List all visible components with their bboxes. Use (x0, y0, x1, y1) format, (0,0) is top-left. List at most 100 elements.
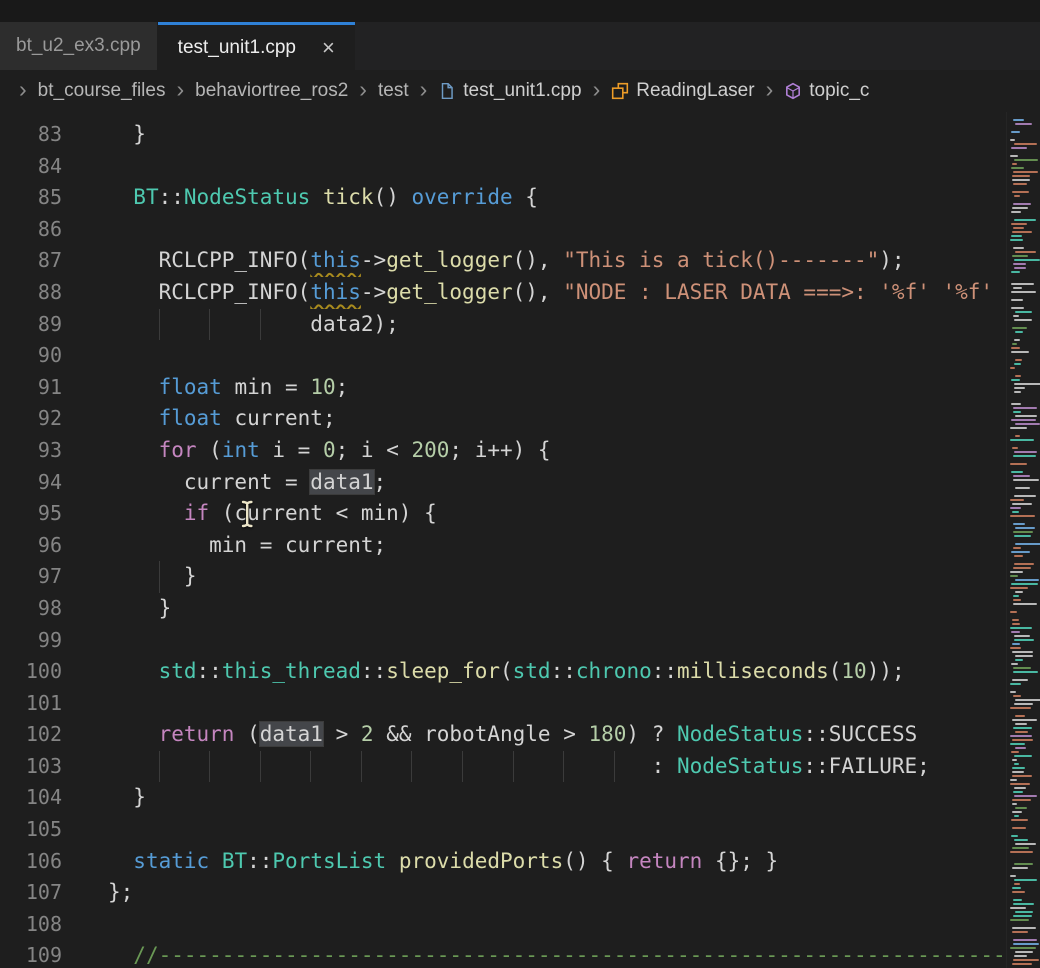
tab-test_unit1[interactable]: test_unit1.cpp × (158, 22, 355, 70)
titlebar-strip (0, 0, 1040, 22)
breadcrumb-item-ReadingLaser[interactable]: ReadingLaser (611, 80, 754, 102)
indent-guide (159, 751, 160, 783)
code-line-84[interactable]: 84 (0, 151, 1040, 183)
code-line-86[interactable]: 86 (0, 214, 1040, 246)
line-number[interactable]: 92 (0, 403, 62, 435)
code-line-91[interactable]: 91 float min = 10; (0, 372, 1040, 404)
line-number[interactable]: 99 (0, 625, 62, 657)
breadcrumb-item-behaviortree_ros2[interactable]: behaviortree_ros2 (195, 80, 348, 102)
indent-guide (513, 751, 514, 783)
indent-guide (462, 751, 463, 783)
code-editor[interactable]: 83 }8485 BT::NodeStatus tick() override … (0, 112, 1040, 968)
breadcrumb-label: bt_course_files (38, 80, 166, 102)
indent-guide (260, 309, 261, 341)
line-number[interactable]: 87 (0, 245, 62, 277)
code-line-103[interactable]: 103 : NodeStatus::FAILURE; (0, 751, 1040, 783)
code-line-96[interactable]: 96 min = current; (0, 530, 1040, 562)
line-number[interactable]: 91 (0, 372, 62, 404)
code-line-106[interactable]: 106 static BT::PortsList providedPorts()… (0, 846, 1040, 878)
tab-bar: bt_u2_ex3.cpp test_unit1.cpp × (0, 22, 1040, 70)
close-icon[interactable]: × (322, 37, 335, 59)
code-line-108[interactable]: 108 (0, 909, 1040, 941)
tab-label: test_unit1.cpp (178, 37, 296, 59)
code-line-101[interactable]: 101 (0, 688, 1040, 720)
line-number[interactable]: 88 (0, 277, 62, 309)
breadcrumb-label: ReadingLaser (636, 80, 754, 102)
code-line-94[interactable]: 94 current = data1; (0, 467, 1040, 499)
line-number[interactable]: 102 (0, 719, 62, 751)
tab-bt_u2_ex3[interactable]: bt_u2_ex3.cpp (0, 22, 158, 70)
breadcrumb-item-bt_course_files[interactable]: bt_course_files (38, 80, 166, 102)
breadcrumb-item-test[interactable]: test (378, 80, 409, 102)
file-symbol-icon (438, 82, 456, 100)
line-number[interactable]: 97 (0, 561, 62, 593)
code-line-85[interactable]: 85 BT::NodeStatus tick() override { (0, 182, 1040, 214)
indent-guide (159, 309, 160, 341)
line-number[interactable]: 108 (0, 909, 62, 941)
line-number[interactable]: 101 (0, 688, 62, 720)
line-number[interactable]: 104 (0, 782, 62, 814)
line-number[interactable]: 107 (0, 877, 62, 909)
minimap[interactable] (1006, 112, 1040, 968)
chevron-right-icon: › (593, 78, 601, 101)
code-line-88[interactable]: 88 RCLCPP_INFO(this->get_logger(), "NODE… (0, 277, 1040, 309)
tab-label: bt_u2_ex3.cpp (16, 35, 141, 57)
indent-guide (563, 751, 564, 783)
line-number[interactable]: 90 (0, 340, 62, 372)
line-number[interactable]: 96 (0, 530, 62, 562)
code-line-109[interactable]: 109 //----------------------------------… (0, 940, 1040, 968)
indent-guide (159, 561, 160, 593)
chevron-right-icon: › (420, 78, 428, 101)
line-number[interactable]: 86 (0, 214, 62, 246)
chevron-right-icon: › (176, 78, 184, 101)
code-line-100[interactable]: 100 std::this_thread::sleep_for(std::chr… (0, 656, 1040, 688)
line-number[interactable]: 98 (0, 593, 62, 625)
vscode-window: bt_u2_ex3.cpp test_unit1.cpp × › bt_cours… (0, 0, 1040, 968)
line-number[interactable]: 105 (0, 814, 62, 846)
code-line-99[interactable]: 99 (0, 625, 1040, 657)
indent-guide (310, 751, 311, 783)
line-number[interactable]: 93 (0, 435, 62, 467)
code-line-104[interactable]: 104 } (0, 782, 1040, 814)
indent-guide (260, 751, 261, 783)
indent-guide (411, 751, 412, 783)
indent-guide (209, 309, 210, 341)
code-line-98[interactable]: 98 } (0, 593, 1040, 625)
line-number[interactable]: 103 (0, 751, 62, 783)
line-number[interactable]: 84 (0, 151, 62, 183)
breadcrumb-label: test_unit1.cpp (463, 80, 581, 102)
line-number[interactable]: 83 (0, 119, 62, 151)
line-number[interactable]: 106 (0, 846, 62, 878)
breadcrumb-item-test_unit1.cpp[interactable]: test_unit1.cpp (438, 80, 581, 102)
method-symbol-icon (784, 82, 802, 100)
breadcrumb: › bt_course_files › behaviortree_ros2 › test ›… (0, 70, 1040, 112)
line-number[interactable]: 89 (0, 309, 62, 341)
breadcrumb-item-topic_c[interactable]: topic_c (784, 80, 869, 102)
line-number[interactable]: 109 (0, 940, 62, 968)
code-line-97[interactable]: 97 } (0, 561, 1040, 593)
code-line-107[interactable]: 107}; (0, 877, 1040, 909)
indent-guide (614, 751, 615, 783)
code-line-90[interactable]: 90 (0, 340, 1040, 372)
code-line-92[interactable]: 92 float current; (0, 403, 1040, 435)
line-number[interactable]: 95 (0, 498, 62, 530)
code-line-87[interactable]: 87 RCLCPP_INFO(this->get_logger(), "This… (0, 245, 1040, 277)
code-line-95[interactable]: 95 if (current < min) { (0, 498, 1040, 530)
chevron-right-icon: › (359, 78, 367, 101)
code-line-102[interactable]: 102 return (data1 > 2 && robotAngle > 18… (0, 719, 1040, 751)
line-number[interactable]: 85 (0, 182, 62, 214)
code-line-93[interactable]: 93 for (int i = 0; i < 200; i++) { (0, 435, 1040, 467)
code-line-89[interactable]: 89 data2); (0, 309, 1040, 341)
code-line-105[interactable]: 105 (0, 814, 1040, 846)
indent-guide (209, 751, 210, 783)
indent-guide (361, 751, 362, 783)
line-number[interactable]: 94 (0, 467, 62, 499)
breadcrumb-label: topic_c (809, 80, 869, 102)
chevron-right-icon: › (766, 78, 774, 101)
breadcrumb-label: test (378, 80, 409, 102)
line-number[interactable]: 100 (0, 656, 62, 688)
class-symbol-icon (611, 82, 629, 100)
breadcrumb-label: behaviortree_ros2 (195, 80, 348, 102)
ibeam-cursor (240, 500, 255, 533)
code-line-83[interactable]: 83 } (0, 119, 1040, 151)
